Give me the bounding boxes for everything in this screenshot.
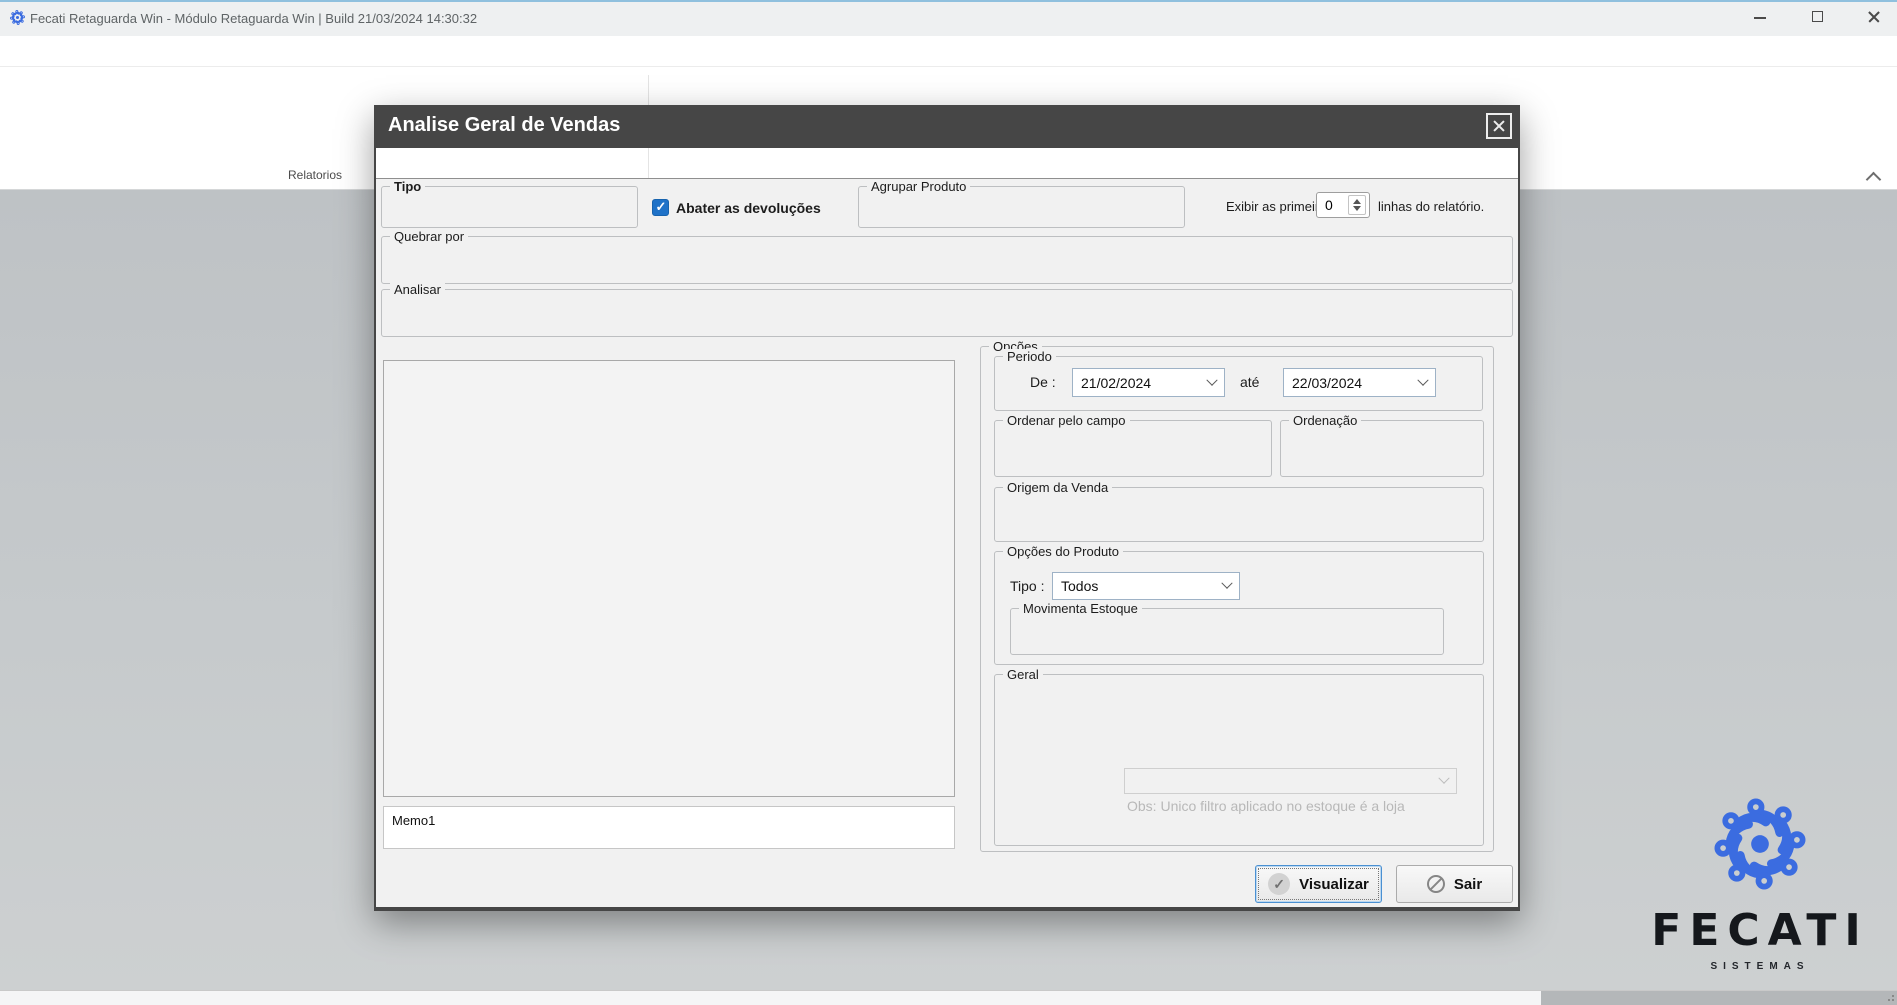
checkbox-abater-devolucoes[interactable] — [652, 199, 669, 216]
app-icon — [9, 9, 26, 26]
close-window-button[interactable] — [1851, 0, 1897, 34]
groupbox-quebrar-por: Quebrar por — [381, 236, 1513, 284]
chevron-down-icon — [1417, 374, 1428, 385]
dialog-title: Analise Geral de Vendas — [388, 114, 620, 137]
groupbox-origem-da-venda: Origem da Venda — [994, 487, 1484, 542]
date-from-value: 21/02/2024 — [1081, 375, 1151, 391]
tipo-produto-label: Tipo : — [1010, 578, 1045, 594]
linhas-spinner[interactable]: 0 — [1316, 192, 1370, 218]
logo-subtitle: SISTEMAS — [1645, 961, 1875, 972]
groupbox-legend: Ordenação — [1289, 413, 1361, 428]
tipo-produto-combobox[interactable]: Todos — [1052, 572, 1240, 600]
fecati-logo-icon — [1708, 792, 1812, 896]
dialog-close-icon[interactable] — [1486, 113, 1512, 139]
check-icon: ✓ — [1268, 873, 1290, 895]
minimize-button[interactable] — [1737, 0, 1783, 34]
groupbox-geral: Geral — [994, 674, 1484, 846]
statusbar-right-panel — [1541, 991, 1897, 1005]
checkbox-label[interactable]: Abater as devoluções — [676, 200, 821, 216]
resize-grip[interactable] — [1892, 995, 1894, 997]
dialog-titlebar[interactable]: Analise Geral de Vendas — [374, 105, 1520, 148]
window-accent-border — [0, 0, 1897, 2]
window-title: Fecati Retaguarda Win - Módulo Retaguard… — [30, 11, 477, 26]
filtros-panel — [383, 360, 955, 797]
spinner-up-icon[interactable] — [1353, 199, 1361, 204]
groupbox-movimenta-estoque: Movimenta Estoque — [1010, 608, 1444, 655]
spinner-down-icon[interactable] — [1353, 206, 1361, 211]
date-from-combobox[interactable]: 21/02/2024 — [1072, 368, 1225, 397]
sair-button[interactable]: Sair — [1396, 865, 1513, 903]
memo-field[interactable]: Memo1 — [383, 806, 955, 849]
dialog-border — [1518, 148, 1520, 179]
groupbox-legend: Tipo — [390, 179, 425, 194]
sair-label: Sair — [1454, 876, 1482, 893]
groupbox-agrupar-produto: Agrupar Produto — [858, 186, 1185, 228]
groupbox-legend: Origem da Venda — [1003, 480, 1112, 495]
visualizar-button[interactable]: ✓ Visualizar — [1255, 865, 1382, 903]
cancel-icon — [1427, 875, 1445, 893]
estoque-obs-note: Obs: Unico filtro aplicado no estoque é … — [1127, 798, 1405, 814]
visualizar-label: Visualizar — [1299, 876, 1369, 893]
date-to-combobox[interactable]: 22/03/2024 — [1283, 368, 1436, 397]
ribbon-group-label: Relatorios — [265, 168, 365, 182]
exibir-primeiras-suffix: linhas do relatório. — [1378, 199, 1484, 214]
groupbox-legend: Periodo — [1003, 349, 1056, 364]
exibir-estoque-combobox — [1124, 768, 1457, 794]
memo-text: Memo1 — [392, 813, 435, 828]
chevron-down-icon — [1206, 374, 1217, 385]
spinner-value[interactable]: 0 — [1325, 197, 1333, 213]
chevron-down-icon — [1438, 773, 1449, 784]
dialog-border — [374, 148, 376, 179]
menubar — [0, 36, 1897, 67]
groupbox-legend: Quebrar por — [390, 229, 468, 244]
groupbox-ordenacao: Ordenação — [1280, 420, 1484, 477]
date-to-value: 22/03/2024 — [1292, 375, 1362, 391]
groupbox-legend: Geral — [1003, 667, 1043, 682]
ate-label: até — [1240, 374, 1259, 390]
groupbox-legend: Ordenar pelo campo — [1003, 413, 1130, 428]
titlebar: Fecati Retaguarda Win - Módulo Retaguard… — [0, 2, 1897, 36]
chevron-down-icon — [1221, 578, 1232, 589]
fecati-logo: FECATI SISTEMAS — [1645, 792, 1875, 972]
logo-brand-text: FECATI — [1645, 905, 1875, 956]
groupbox-legend: Movimenta Estoque — [1019, 601, 1142, 616]
tipo-produto-value: Todos — [1061, 578, 1098, 594]
de-label: De : — [1030, 374, 1056, 390]
groupbox-legend: Opções do Produto — [1003, 544, 1123, 559]
chevron-up-icon[interactable] — [1866, 172, 1882, 188]
groupbox-analisar: Analisar — [381, 289, 1513, 337]
groupbox-tipo: Tipo — [381, 186, 638, 228]
groupbox-legend: Analisar — [390, 282, 445, 297]
statusbar — [0, 990, 1897, 1005]
groupbox-legend: Agrupar Produto — [867, 179, 970, 194]
maximize-button[interactable] — [1795, 0, 1841, 34]
groupbox-ordenar-pelo-campo: Ordenar pelo campo — [994, 420, 1272, 477]
